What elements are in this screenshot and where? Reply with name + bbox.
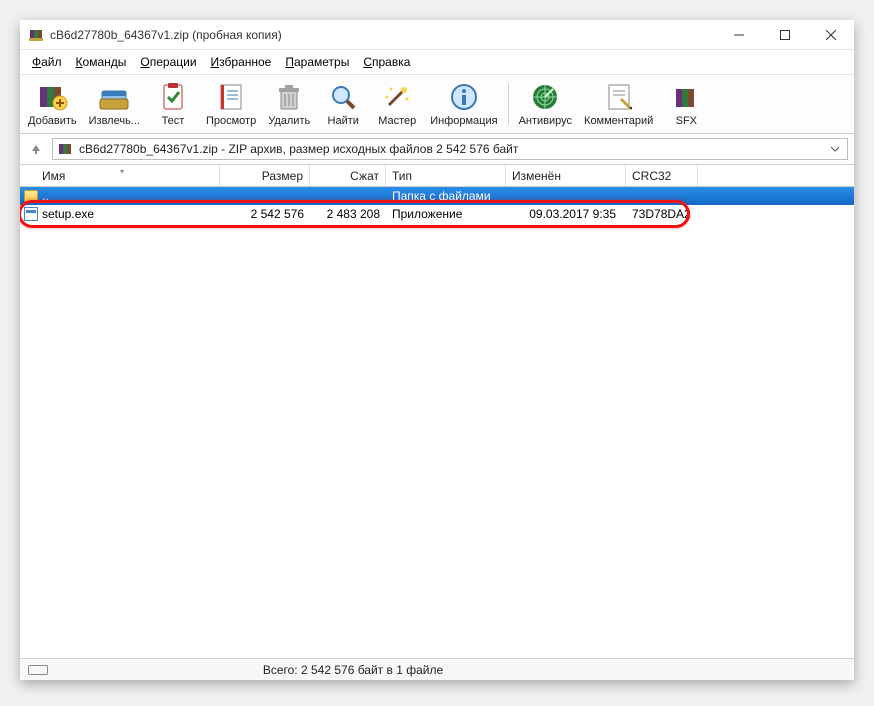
file-crc: 73D78DA2	[626, 207, 698, 221]
titlebar: cB6d27780b_64367v1.zip (пробная копия)	[20, 20, 854, 50]
up-arrow-icon	[30, 143, 42, 155]
toolbar-test-label: Тест	[162, 115, 185, 127]
winrar-window: cB6d27780b_64367v1.zip (пробная копия) Ф…	[20, 20, 854, 680]
header-type[interactable]: Тип	[386, 165, 506, 186]
scan-icon	[529, 81, 561, 113]
parent-folder-label: ..	[42, 189, 49, 203]
parent-folder-row[interactable]: .. Папка с файлами	[20, 187, 854, 205]
archive-icon	[57, 141, 73, 157]
notepad-icon	[215, 81, 247, 113]
header-modified[interactable]: Изменён	[506, 165, 626, 186]
file-modified: 09.03.2017 9:35	[506, 207, 626, 221]
menu-избранное[interactable]: Избранное	[205, 52, 278, 72]
toolbar-find-label: Найти	[328, 115, 359, 127]
file-name: setup.exe	[42, 207, 94, 221]
address-field[interactable]: cB6d27780b_64367v1.zip - ZIP архив, разм…	[52, 138, 848, 160]
toolbar-separator	[508, 83, 509, 125]
window-title: cB6d27780b_64367v1.zip (пробная копия)	[50, 28, 716, 42]
toolbar-wizard-label: Мастер	[378, 115, 416, 127]
menu-параметры[interactable]: Параметры	[279, 52, 355, 72]
statusbar: Всего: 2 542 576 байт в 1 файле	[20, 658, 854, 680]
header-packed[interactable]: Сжат	[310, 165, 386, 186]
header-size[interactable]: Размер	[220, 165, 310, 186]
toolbar-delete-label: Удалить	[268, 115, 310, 127]
file-listing: .. Папка с файлами setup.exe 2 542 576 2…	[20, 187, 854, 658]
toolbar-info-button[interactable]: Информация	[424, 79, 503, 129]
toolbar-add-label: Добавить	[28, 115, 77, 127]
file-type: Приложение	[386, 207, 506, 221]
toolbar-comment-label: Комментарий	[584, 115, 653, 127]
toolbar-sfx-label: SFX	[676, 115, 697, 127]
books-add-icon	[36, 81, 68, 113]
chevron-down-icon	[831, 145, 839, 153]
menu-команды[interactable]: Команды	[70, 52, 133, 72]
minimize-button[interactable]	[716, 20, 762, 50]
address-row: cB6d27780b_64367v1.zip - ZIP архив, разм…	[20, 134, 854, 165]
toolbar-extract-button[interactable]: Извлечь...	[83, 79, 146, 129]
toolbar-view-label: Просмотр	[206, 115, 256, 127]
window-controls	[716, 20, 854, 50]
file-row[interactable]: setup.exe 2 542 576 2 483 208 Приложение…	[20, 205, 854, 223]
toolbar-test-button[interactable]: Тест	[146, 79, 200, 129]
toolbar-antivirus-button[interactable]: Антивирус	[513, 79, 578, 129]
info-icon	[448, 81, 480, 113]
app-icon	[28, 27, 44, 43]
status-total: Всего: 2 542 576 байт в 1 файле	[52, 663, 654, 677]
toolbar-find-button[interactable]: Найти	[316, 79, 370, 129]
sort-indicator-icon: ▾	[120, 167, 124, 176]
column-headers: Имя ▾ Размер Сжат Тип Изменён CRC32	[20, 165, 854, 187]
toolbar: Добавить Извлечь... Тест Просмотр Удалить Най…	[20, 75, 854, 134]
comment-icon	[603, 81, 635, 113]
menubar: ФайлКомандыОперацииИзбранноеПараметрыСпр…	[20, 50, 854, 75]
address-text: cB6d27780b_64367v1.zip - ZIP архив, разм…	[79, 142, 821, 156]
menu-справка[interactable]: Справка	[357, 52, 416, 72]
books-extract-icon	[98, 81, 130, 113]
clipboard-check-icon	[157, 81, 189, 113]
toolbar-wizard-button[interactable]: Мастер	[370, 79, 424, 129]
toolbar-view-button[interactable]: Просмотр	[200, 79, 262, 129]
file-packed: 2 483 208	[310, 207, 386, 221]
books-small-icon	[670, 81, 702, 113]
toolbar-sfx-button[interactable]: SFX	[659, 79, 713, 129]
toolbar-antivirus-label: Антивирус	[519, 115, 572, 127]
address-dropdown[interactable]	[827, 145, 843, 153]
header-crc[interactable]: CRC32	[626, 165, 698, 186]
exe-icon	[24, 207, 38, 221]
folder-icon	[24, 190, 38, 202]
trash-icon	[273, 81, 305, 113]
up-button[interactable]	[26, 139, 46, 159]
toolbar-info-label: Информация	[430, 115, 497, 127]
close-button[interactable]	[808, 20, 854, 50]
magnifier-icon	[327, 81, 359, 113]
toolbar-extract-label: Извлечь...	[89, 115, 140, 127]
menu-файл[interactable]: Файл	[26, 52, 68, 72]
wand-icon	[381, 81, 413, 113]
toolbar-delete-button[interactable]: Удалить	[262, 79, 316, 129]
toolbar-add-button[interactable]: Добавить	[22, 79, 83, 129]
maximize-button[interactable]	[762, 20, 808, 50]
header-name[interactable]: Имя ▾	[20, 165, 220, 186]
disk-icon	[28, 665, 48, 675]
file-size: 2 542 576	[220, 207, 310, 221]
menu-операции[interactable]: Операции	[134, 52, 202, 72]
toolbar-comment-button[interactable]: Комментарий	[578, 79, 659, 129]
